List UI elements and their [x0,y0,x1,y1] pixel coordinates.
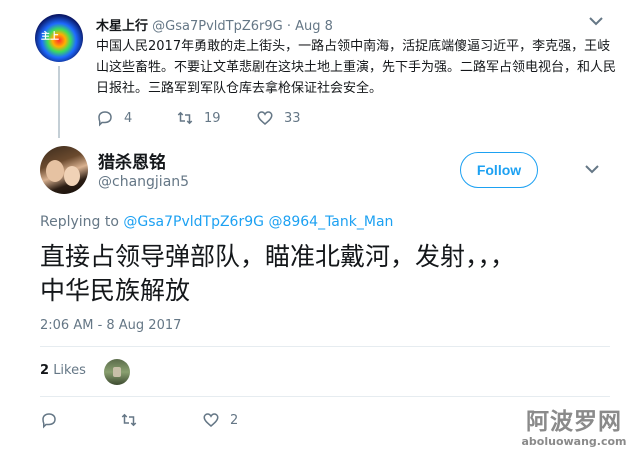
thread-connector [58,66,60,138]
divider [40,346,610,347]
separator: · [286,19,291,34]
avatar[interactable] [40,146,88,194]
liker-avatar[interactable] [104,359,130,385]
replying-to: Replying to @Gsa7PvldTpZ6r9G @8964_Tank_… [40,214,393,230]
like-button[interactable]: 33 [256,108,301,128]
user-handle[interactable]: @changjian5 [98,174,189,190]
like-count: 33 [284,110,301,126]
tweet-date[interactable]: Aug 8 [295,19,333,34]
tweet-text-line: 直接占领导弹部队，瞄准北戴河，发射，，， [40,242,516,271]
reply-count: 4 [124,110,133,126]
avatar-figure [46,160,64,182]
tweet-text-line: 中华民族解放 [40,276,191,305]
retweet-icon [177,111,193,125]
like-count: 2 [230,412,239,428]
avatar-figure [64,166,80,186]
display-name[interactable]: 木星上行 [96,19,148,34]
reply-button[interactable]: 4 [96,108,132,128]
retweet-count: 19 [204,110,221,126]
liker-avatar-figure [113,367,121,377]
chevron-down-icon[interactable] [584,162,600,176]
mention-link[interactable]: @Gsa7PvldTpZ6r9G [123,214,264,230]
watermark-site-url: aboluowang.com [521,435,627,448]
tweet-header: 木星上行 @Gsa7PvldTpZ6r9G · Aug 8 [96,15,333,34]
tweet-text: 直接占领导弹部队，瞄准北戴河，发射，，， 中华民族解放 [40,240,610,308]
retweet-icon [121,413,137,427]
tweet-text: 中国人民2017年勇敢的走上街头，一路占领中南海，活捉底端傻逼习近平，李克强，王… [96,39,617,96]
avatar-text: 主上 [41,32,60,42]
likes-count: 2 [40,363,50,378]
heart-icon [257,111,273,125]
follow-button[interactable]: Follow [460,152,538,188]
heart-icon [203,413,219,427]
reply-button[interactable] [40,410,58,430]
main-tweet-header: 猎杀恩铭 @changjian5 Follow [0,138,640,200]
retweet-button[interactable] [120,410,138,430]
retweet-button[interactable]: 19 [176,108,221,128]
likes-label: Likes [53,363,86,378]
site-watermark: 阿波罗网 aboluowang.com [512,409,636,449]
avatar[interactable]: 主上 [35,14,83,62]
likes-stat[interactable]: 2 Likes [40,363,86,378]
tweet-timestamp[interactable]: 2:06 AM - 8 Aug 2017 [40,318,181,333]
reply-icon [42,413,56,429]
parent-tweet[interactable]: 主上 木星上行 @Gsa7PvldTpZ6r9G · Aug 8 中国人民201… [0,0,640,138]
reply-icon [98,111,112,127]
mention-link[interactable]: @8964_Tank_Man [268,214,393,230]
replying-prefix: Replying to [40,214,119,230]
display-name[interactable]: 猎杀恩铭 [98,148,166,173]
chevron-down-icon[interactable] [588,14,604,28]
watermark-site-name: 阿波罗网 [526,409,622,435]
user-handle[interactable]: @Gsa7PvldTpZ6r9G [152,19,283,34]
divider [40,396,610,397]
like-button[interactable]: 2 [202,410,238,430]
